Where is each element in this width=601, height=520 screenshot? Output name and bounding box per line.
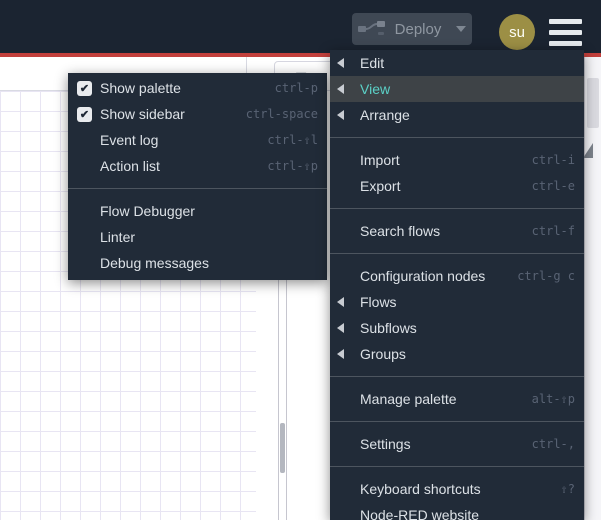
- menu-separator: [330, 208, 584, 209]
- menu-item-label: Settings: [360, 436, 411, 452]
- menu-item-shortcut: ctrl-i: [531, 153, 575, 167]
- menu-separator: [330, 421, 584, 422]
- menu-item-label: Show palette: [100, 80, 181, 96]
- submenu-caret-left-icon: [337, 297, 344, 307]
- menu-item-groups[interactable]: Groups: [330, 341, 584, 367]
- menu-item-shortcut: ctrl-⇧l: [267, 133, 318, 147]
- menu-item-label: Flow Debugger: [100, 203, 195, 219]
- menu-item-label: Edit: [360, 55, 385, 71]
- deploy-chevron-icon[interactable]: [456, 26, 467, 32]
- header-bar: Deploy su: [0, 0, 601, 53]
- menu-item-import[interactable]: Import ctrl-i: [330, 147, 584, 173]
- menu-item-shortcut: ctrl-⇧p: [267, 159, 318, 173]
- menu-item-flow-debugger[interactable]: Flow Debugger: [68, 198, 327, 224]
- menu-separator: [330, 376, 584, 377]
- menu-item-flows[interactable]: Flows: [330, 289, 584, 315]
- menu-item-label: Debug messages: [100, 255, 209, 271]
- menu-separator: [330, 466, 584, 467]
- menu-item-label: Action list: [100, 158, 160, 174]
- menu-item-view[interactable]: View: [330, 76, 584, 102]
- submenu-caret-left-icon: [337, 349, 344, 359]
- submenu-caret-left-icon: [337, 323, 344, 333]
- menu-item-shortcut: ctrl-e: [531, 179, 575, 193]
- sidebar-scrollbar-thumb[interactable]: [587, 78, 599, 128]
- menu-item-label: Arrange: [360, 107, 410, 123]
- menu-item-label: View: [360, 81, 391, 97]
- workspace-scrollbar-thumb[interactable]: [280, 423, 285, 473]
- menu-item-label: Search flows: [360, 223, 441, 239]
- menu-item-label: Linter: [100, 229, 136, 245]
- menu-item-show-sidebar[interactable]: ✔ Show sidebar ctrl-space: [68, 101, 327, 127]
- menu-item-label: Keyboard shortcuts: [360, 481, 481, 497]
- menu-item-shortcut: alt-⇧p: [531, 392, 575, 406]
- hamburger-bar: [549, 41, 582, 46]
- menu-item-label: Node-RED website: [360, 507, 480, 520]
- deploy-button-label: Deploy: [394, 20, 442, 38]
- menu-item-label: Import: [360, 152, 400, 168]
- menu-item-label: Manage palette: [360, 391, 457, 407]
- menu-item-manage-palette[interactable]: Manage palette alt-⇧p: [330, 386, 584, 412]
- deploy-button[interactable]: Deploy: [352, 13, 472, 45]
- menu-item-configuration-nodes[interactable]: Configuration nodes ctrl-g c: [330, 263, 584, 289]
- user-avatar[interactable]: su: [499, 14, 535, 50]
- main-dropdown-menu: Edit View Arrange Import ctrl-i Export ctrl-e S…: [330, 50, 584, 520]
- hamburger-bar: [549, 30, 582, 35]
- menu-item-export[interactable]: Export ctrl-e: [330, 173, 584, 199]
- deploy-wire-icon: [357, 21, 386, 37]
- menu-item-shortcut: ctrl-,: [531, 437, 575, 451]
- menu-item-shortcut: ctrl-g c: [517, 269, 575, 283]
- submenu-caret-left-icon: [337, 84, 344, 94]
- menu-item-node-red-website[interactable]: Node-RED website: [330, 502, 584, 520]
- menu-item-action-list[interactable]: Action list ctrl-⇧p: [68, 153, 327, 179]
- submenu-caret-left-icon: [337, 110, 344, 120]
- view-submenu: ✔ Show palette ctrl-p ✔ Show sidebar ctrl-spa…: [68, 73, 327, 280]
- menu-item-shortcut: ctrl-p: [274, 81, 318, 95]
- menu-item-label: Flows: [360, 294, 397, 310]
- sidebar-scrollbar[interactable]: [584, 57, 601, 520]
- menu-item-label: Export: [360, 178, 401, 194]
- menu-item-shortcut: ⇧?: [560, 482, 575, 496]
- menu-item-label: Event log: [100, 132, 159, 148]
- menu-item-search-flows[interactable]: Search flows ctrl-f: [330, 218, 584, 244]
- menu-item-keyboard-shortcuts[interactable]: Keyboard shortcuts ⇧?: [330, 476, 584, 502]
- menu-item-arrange[interactable]: Arrange: [330, 102, 584, 128]
- checkbox-checked-icon[interactable]: ✔: [77, 107, 92, 122]
- menu-separator: [330, 253, 584, 254]
- menu-item-linter[interactable]: Linter: [68, 224, 327, 250]
- menu-item-show-palette[interactable]: ✔ Show palette ctrl-p: [68, 75, 327, 101]
- menu-item-label: Configuration nodes: [360, 268, 486, 284]
- menu-separator: [330, 137, 584, 138]
- menu-item-label: Show sidebar: [100, 106, 185, 122]
- main-menu-button[interactable]: [549, 19, 582, 46]
- sidebar-grip-icon: [583, 143, 593, 158]
- menu-item-edit[interactable]: Edit: [330, 50, 584, 76]
- menu-item-debug-messages[interactable]: Debug messages: [68, 250, 327, 276]
- hamburger-bar: [549, 19, 582, 24]
- menu-item-shortcut: ctrl-space: [245, 107, 318, 121]
- menu-item-label: Subflows: [360, 320, 417, 336]
- menu-item-subflows[interactable]: Subflows: [330, 315, 584, 341]
- checkbox-checked-icon[interactable]: ✔: [77, 81, 92, 96]
- menu-item-shortcut: ctrl-f: [531, 224, 575, 238]
- menu-item-event-log[interactable]: Event log ctrl-⇧l: [68, 127, 327, 153]
- menu-separator: [68, 188, 327, 189]
- menu-item-settings[interactable]: Settings ctrl-,: [330, 431, 584, 457]
- submenu-caret-left-icon: [337, 58, 344, 68]
- menu-item-label: Groups: [360, 346, 406, 362]
